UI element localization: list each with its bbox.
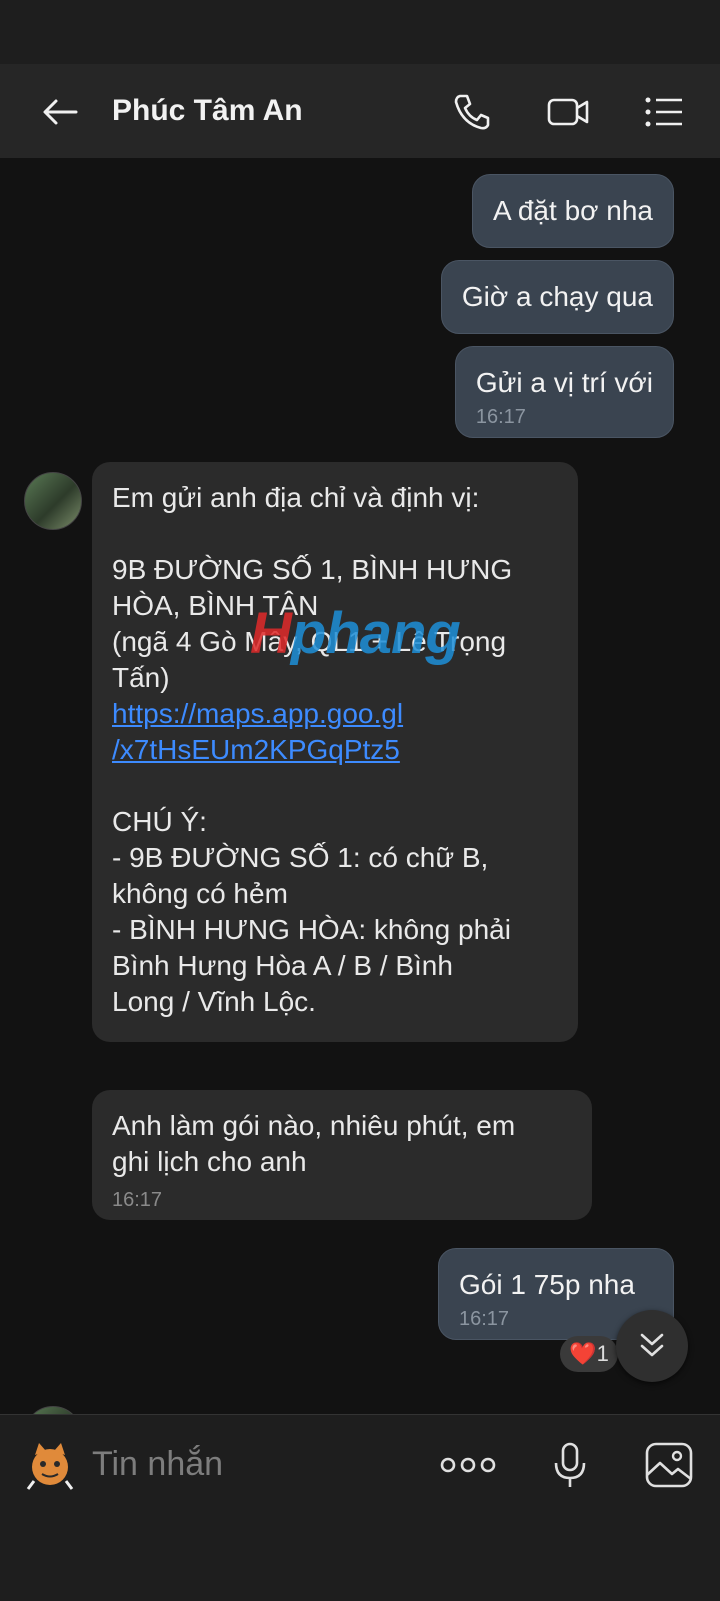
microphone-icon[interactable] (550, 1441, 590, 1489)
message-line: - 9B ĐƯỜNG SỐ 1: có chữ B, (112, 842, 489, 873)
contact-avatar[interactable] (24, 472, 82, 530)
message-text: Gói 1 75p nha (459, 1269, 635, 1300)
message-input-bar: Tin nhắn (0, 1414, 720, 1601)
message-bubble-outgoing[interactable]: A đặt bơ nha (471, 174, 674, 248)
reaction-count: 1 (596, 1341, 609, 1366)
back-arrow-icon[interactable] (40, 92, 80, 132)
message-line (112, 768, 558, 804)
maps-link[interactable]: https://maps.app.goo.gl /x7tHsEUm2KPGqPt… (112, 696, 558, 768)
maps-link-part[interactable]: https://maps.app.goo.gl (112, 698, 403, 729)
message-bubble-incoming[interactable]: Em gửi anh địa chỉ và định vị: 9B ĐƯỜNG … (92, 462, 578, 1042)
message-line: Anh làm gói nào, nhiêu phút, em (112, 1110, 516, 1141)
status-bar (0, 0, 720, 64)
heart-icon: ❤️ (569, 1341, 597, 1366)
message-time: 16:17 (112, 1189, 163, 1211)
message-input[interactable]: Tin nhắn (92, 1445, 223, 1484)
menu-list-icon[interactable] (642, 90, 686, 134)
video-call-icon[interactable] (546, 90, 590, 134)
message-line: Em gửi anh địa chỉ và định vị: (112, 482, 480, 513)
image-gallery-icon[interactable] (644, 1441, 694, 1489)
reaction-badge[interactable]: ❤️ 1 (560, 1336, 618, 1372)
message-time: 16:17 (475, 406, 526, 428)
message-line: CHÚ Ý: (112, 806, 207, 837)
message-bubble-incoming[interactable]: Anh làm gói nào, nhiêu phút, em ghi lịch… (92, 1090, 592, 1220)
double-chevron-down-icon (640, 1333, 664, 1357)
message-line: ghi lịch cho anh (112, 1146, 307, 1177)
message-line: không có hẻm (112, 878, 288, 909)
scroll-to-bottom-button[interactable] (616, 1310, 688, 1382)
message-line: Bình Hưng Hòa A / B / Bình (112, 950, 453, 981)
contact-name[interactable]: Phúc Tâm An (112, 94, 303, 128)
message-line: - BÌNH HƯNG HÒA: không phải (112, 914, 511, 945)
watermark-logo: Hphang (250, 601, 461, 666)
message-text: Gửi a vị trí với (475, 367, 653, 398)
message-bubble-outgoing[interactable]: Giờ a chạy qua (440, 260, 674, 334)
message-list[interactable]: A đặt bơ nha Giờ a chạy qua Gửi a vị trí… (0, 158, 720, 1414)
message-text: A đặt bơ nha (492, 195, 653, 226)
more-options-icon[interactable] (440, 1453, 496, 1477)
sticker-icon[interactable] (22, 1437, 78, 1493)
phone-icon[interactable] (450, 90, 494, 134)
message-line: 9B ĐƯỜNG SỐ 1, BÌNH HƯNG (112, 554, 513, 585)
message-bubble-outgoing[interactable]: Gửi a vị trí với 16:17 (454, 346, 674, 438)
maps-link-part[interactable]: /x7tHsEUm2KPGqPtz5 (112, 734, 400, 765)
message-line (112, 516, 558, 552)
contact-avatar[interactable] (24, 1406, 82, 1414)
message-line: Long / Vĩnh Lộc. (112, 986, 316, 1017)
chat-header: Phúc Tâm An (0, 64, 720, 159)
message-text: Giờ a chạy qua (461, 281, 653, 312)
